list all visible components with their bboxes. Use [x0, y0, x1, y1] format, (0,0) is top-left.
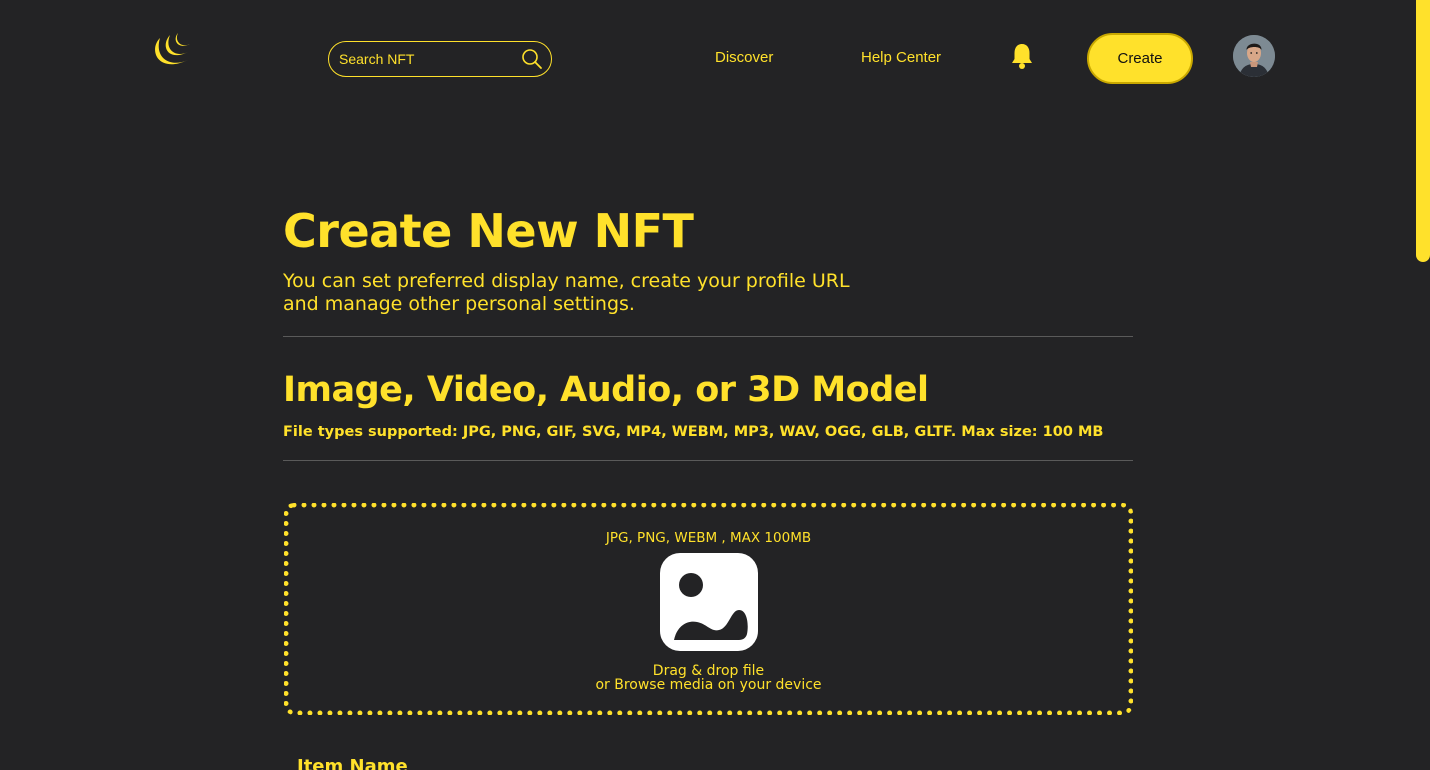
image-icon: [659, 552, 759, 652]
search-icon[interactable]: [521, 48, 543, 70]
divider: [283, 336, 1133, 337]
subtitle-line-1: You can set preferred display name, crea…: [283, 270, 850, 292]
subtitle-line-2: and manage other personal settings.: [283, 293, 635, 315]
nav-discover-link[interactable]: Discover: [715, 49, 773, 66]
bell-icon[interactable]: [1010, 42, 1034, 70]
item-name-label: Item Name: [297, 756, 408, 770]
page: Discover Help Center Create Create New N…: [0, 0, 1430, 770]
dropzone-browse-text[interactable]: or Browse media on your device: [595, 678, 821, 692]
media-section-title: Image, Video, Audio, or 3D Model: [283, 370, 929, 410]
search-input[interactable]: [339, 51, 521, 67]
page-title: Create New NFT: [283, 204, 694, 258]
file-dropzone[interactable]: JPG, PNG, WEBM , MAX 100MB Drag & drop f…: [284, 503, 1133, 715]
dropzone-drag-text: Drag & drop file: [652, 663, 765, 679]
create-button[interactable]: Create: [1087, 33, 1193, 84]
divider: [283, 460, 1133, 461]
scrollbar-thumb[interactable]: [1416, 0, 1430, 262]
nav-help-center-link[interactable]: Help Center: [861, 49, 941, 66]
search-box[interactable]: [328, 41, 552, 77]
dropzone-formats: JPG, PNG, WEBM , MAX 100MB: [605, 530, 812, 546]
file-types-note: File types supported: JPG, PNG, GIF, SVG…: [283, 424, 1104, 440]
avatar[interactable]: [1233, 35, 1275, 77]
page-subtitle: You can set preferred display name, crea…: [283, 270, 903, 316]
crescent-logo[interactable]: [148, 30, 192, 72]
